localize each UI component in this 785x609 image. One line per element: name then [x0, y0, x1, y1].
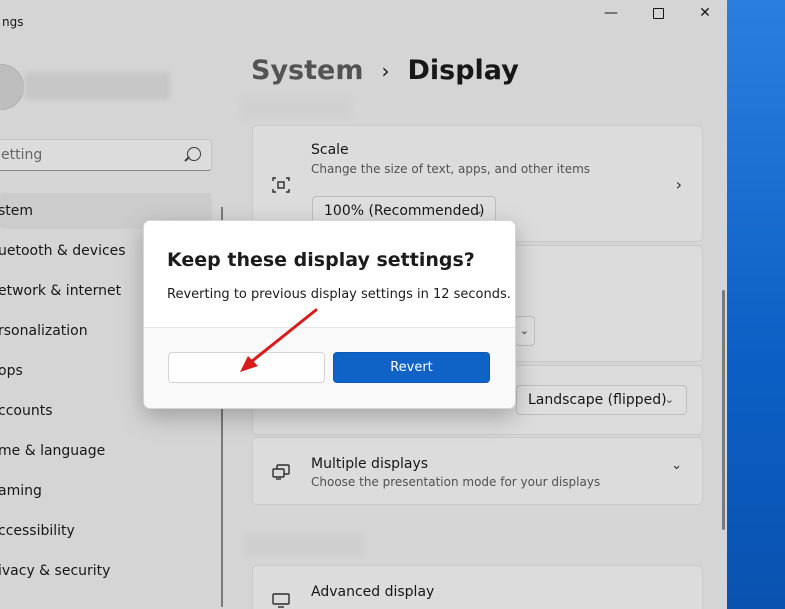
dialog-message: Reverting to previous display settings i…: [167, 287, 511, 302]
dialog-content: [144, 221, 515, 327]
desktop-background: [727, 0, 785, 609]
annotation-arrow-icon: [240, 308, 318, 372]
revert-button[interactable]: Revert: [333, 352, 490, 383]
keep-display-settings-dialog: Keep these display settings? Reverting t…: [143, 220, 516, 409]
dialog-title: Keep these display settings?: [167, 249, 475, 271]
dialog-divider: [144, 327, 515, 328]
